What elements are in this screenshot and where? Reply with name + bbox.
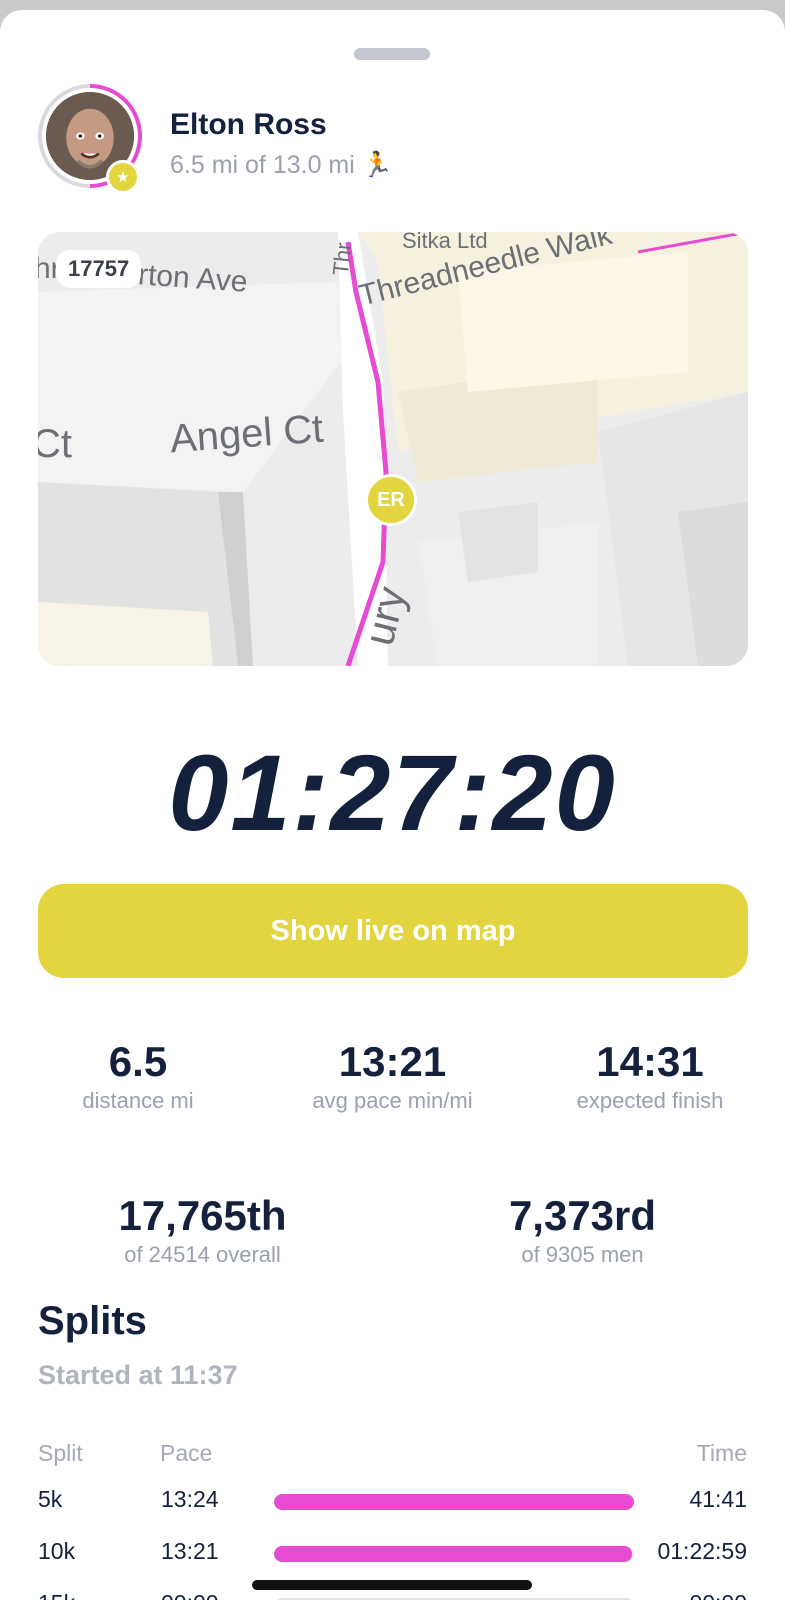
stat-value: 17,765th: [118, 1192, 287, 1239]
split-pace: 13:21: [161, 1538, 219, 1564]
stat-value: 6.5: [108, 1038, 168, 1085]
split-pace: 13:24: [161, 1486, 219, 1512]
split-pace: 00:00: [161, 1590, 219, 1600]
runner-progress-text: 6.5 mi of 13.0 mi: [170, 151, 355, 179]
street-label: Ct: [38, 422, 72, 466]
avatar[interactable]: ★: [38, 84, 142, 194]
column-header-pace: Pace: [160, 1440, 213, 1466]
splits-heading: Splits: [38, 1299, 147, 1343]
split-name: 5k: [38, 1486, 63, 1512]
split-progress-bar: [274, 1546, 634, 1562]
street-label: Sitka Ltd: [402, 232, 488, 253]
splits-start-time: Started at 11:37: [38, 1360, 238, 1390]
column-header-time: Time: [696, 1440, 747, 1466]
elapsed-time: 01:27:20: [168, 732, 617, 853]
split-time: 01:22:59: [657, 1538, 747, 1564]
split-progress-fill: [274, 1546, 633, 1562]
split-time: 00:00: [689, 1590, 747, 1600]
star-icon: ★: [106, 160, 140, 194]
stat-expected-finish: 14:31 expected finish: [550, 1038, 750, 1114]
split-progress-bar: [274, 1494, 634, 1510]
column-header-split: Split: [38, 1440, 83, 1466]
split-name: 15k: [38, 1590, 75, 1600]
runner-sheet: ★ Elton Ross 6.5 mi of 13.0 mi 🏃 rton Av…: [0, 10, 785, 1600]
stat-label: avg pace min/mi: [312, 1088, 473, 1113]
route-map[interactable]: rton Ave Angel Ct Threadneedle Walk Sitk…: [38, 232, 748, 666]
stat-value: 13:21: [338, 1038, 447, 1085]
stat-label: of 24514 overall: [124, 1242, 281, 1267]
split-progress-fill: [274, 1494, 634, 1510]
split-row: 5k 13:24 41:41: [0, 1482, 785, 1522]
stat-value: 14:31: [596, 1038, 704, 1085]
show-live-on-map-button[interactable]: Show live on map: [38, 884, 748, 978]
runner-marker[interactable]: ER: [365, 474, 417, 526]
stat-avg-pace: 13:21 avg pace min/mi: [290, 1038, 495, 1114]
split-time: 41:41: [689, 1486, 747, 1512]
runner-progress: 6.5 mi of 13.0 mi 🏃: [170, 150, 393, 180]
stat-label: distance mi: [82, 1088, 194, 1113]
street-label: Thr: [327, 241, 357, 277]
stat-value: 7,373rd: [508, 1192, 657, 1239]
split-row: 10k 13:21 01:22:59: [0, 1534, 785, 1574]
home-indicator[interactable]: [252, 1580, 532, 1590]
stat-distance: 6.5 distance mi: [58, 1038, 218, 1114]
bib-number: 17757: [56, 250, 142, 288]
runner-icon: 🏃: [361, 150, 393, 179]
stat-label: of 9305 men: [521, 1242, 644, 1267]
sheet-grabber[interactable]: [354, 48, 430, 60]
stat-overall-rank: 17,765th of 24514 overall: [100, 1192, 305, 1268]
stat-gender-rank: 7,373rd of 9305 men: [490, 1192, 675, 1268]
runner-name: Elton Ross: [170, 108, 327, 141]
stat-label: expected finish: [576, 1088, 724, 1113]
split-name: 10k: [38, 1538, 76, 1564]
